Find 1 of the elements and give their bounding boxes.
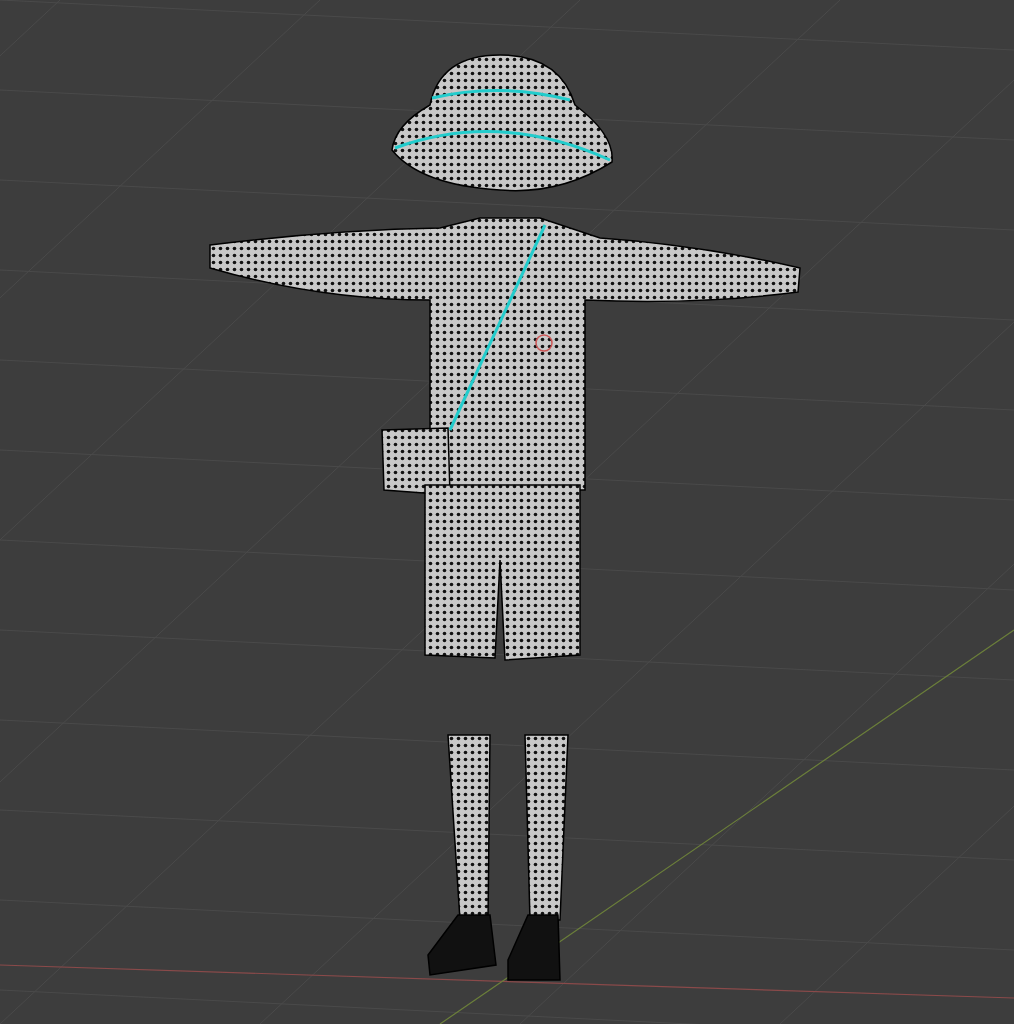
3d-viewport[interactable] <box>0 0 1014 1024</box>
